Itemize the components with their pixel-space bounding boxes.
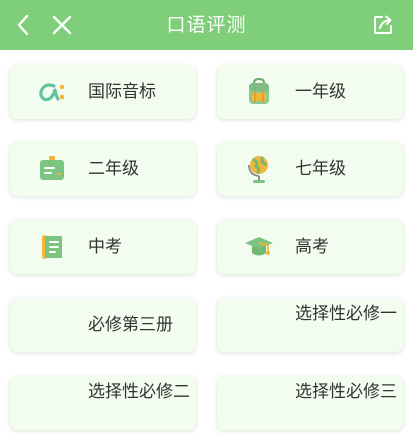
card-grade-7[interactable]: 七年级 (217, 142, 403, 196)
alpha-phonetic-icon (39, 83, 64, 102)
card-label: 二年级 (88, 159, 139, 179)
category-grid: 国际音标 一年级 二年级 七年级 中考 高考 必修第三册 选择性必修一 选择性必… (0, 0, 413, 438)
scroll-icon (42, 235, 62, 259)
card-elective-2[interactable]: 选择性必修二 (10, 376, 196, 430)
card-label: 国际音标 (88, 82, 156, 102)
globe-icon (248, 156, 268, 183)
backpack-icon (249, 77, 269, 104)
card-label: 七年级 (295, 159, 346, 179)
blackboard-icon (40, 156, 64, 180)
card-label: 必修第三册 (88, 315, 173, 335)
card-label: 高考 (295, 237, 329, 257)
card-grade-2[interactable]: 二年级 (10, 142, 196, 196)
card-compulsory-3[interactable]: 必修第三册 (10, 298, 196, 352)
card-grade-1[interactable]: 一年级 (217, 65, 403, 119)
card-label: 一年级 (295, 82, 346, 102)
card-elective-1[interactable]: 选择性必修一 (217, 298, 403, 352)
card-label: 中考 (88, 237, 122, 257)
graduation-cap-icon (245, 237, 273, 256)
card-zhongkao[interactable]: 中考 (10, 220, 196, 274)
card-elective-3[interactable]: 选择性必修三 (217, 376, 403, 430)
card-phonetics[interactable]: 国际音标 (10, 65, 196, 119)
card-label: 选择性必修一 (295, 304, 397, 324)
card-gaokao[interactable]: 高考 (217, 220, 403, 274)
card-label: 选择性必修三 (295, 382, 397, 402)
card-label: 选择性必修二 (88, 382, 190, 402)
